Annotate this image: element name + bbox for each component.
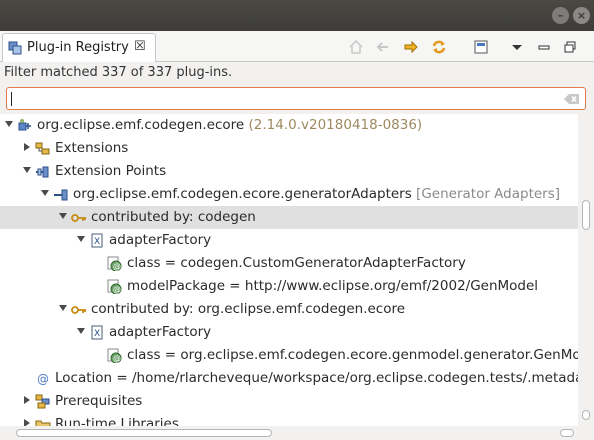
- expanded-toggle-icon[interactable]: [76, 326, 86, 336]
- tree-row[interactable]: XadapterFactory: [0, 321, 578, 344]
- expanded-toggle-icon[interactable]: [40, 188, 50, 198]
- plugin-registry-icon: [8, 41, 22, 55]
- expanded-toggle-icon[interactable]: [4, 119, 14, 129]
- vertical-scroll-end[interactable]: [582, 410, 590, 420]
- plugin-tree[interactable]: org.eclipse.emf.codegen.ecore (2.14.0.v2…: [0, 114, 578, 426]
- xml-element-icon: X: [91, 233, 103, 248]
- filter-status: Filter matched 337 of 337 plug-ins.: [4, 65, 233, 80]
- at-icon: @: [37, 372, 49, 386]
- tree-row[interactable]: org.eclipse.emf.codegen.ecore (2.14.0.v2…: [0, 114, 578, 137]
- tree-row[interactable]: Extension Points: [0, 160, 578, 183]
- tree-row[interactable]: Extensions: [0, 137, 578, 160]
- tree-item-label: Prerequisites: [55, 393, 143, 409]
- tree-item-label: Run-time Libraries: [55, 416, 179, 426]
- tree-row[interactable]: XadapterFactory: [0, 229, 578, 252]
- extensions-icon: [35, 142, 50, 155]
- tree-row[interactable]: Run-time Libraries: [0, 413, 578, 426]
- attribute-icon: @: [107, 256, 122, 271]
- svg-text:@: @: [113, 285, 121, 294]
- collapsed-toggle-icon[interactable]: [22, 142, 32, 152]
- title-bar: – ×: [0, 0, 594, 31]
- tree-row[interactable]: @ modelPackage = http://www.eclipse.org/e…: [0, 275, 578, 298]
- collapsed-toggle-icon[interactable]: [22, 395, 32, 405]
- expanded-toggle-icon[interactable]: [58, 303, 68, 313]
- plugin-registry-window: – × Plug-in Registry ☒ Filter matched 33…: [0, 0, 594, 440]
- tree-item-label: modelPackage = http://www.eclipse.org/em…: [127, 278, 539, 294]
- svg-text:X: X: [94, 237, 100, 247]
- maximize-view-icon[interactable]: [561, 38, 579, 56]
- view-menu-icon[interactable]: [508, 38, 526, 56]
- tree-item-label: class = org.eclipse.emf.codegen.ecore.ge…: [127, 347, 578, 363]
- home-icon[interactable]: [347, 38, 365, 56]
- attribute-icon: @: [107, 348, 122, 363]
- expanded-toggle-icon[interactable]: [22, 165, 32, 175]
- prerequisites-icon: [35, 394, 50, 409]
- extension-points-icon: [36, 166, 49, 178]
- expanded-toggle-icon[interactable]: [58, 211, 68, 221]
- tree-item-label: adapterFactory: [109, 324, 212, 340]
- back-icon[interactable]: [374, 38, 392, 56]
- view-toolbar: Plug-in Registry ☒: [0, 31, 594, 62]
- tab-close-icon[interactable]: ☒: [134, 39, 146, 54]
- tab-plugin-registry[interactable]: Plug-in Registry ☒: [2, 33, 156, 62]
- collapsed-toggle-icon[interactable]: [22, 418, 32, 426]
- tree-row[interactable]: org.eclipse.emf.codegen.ecore.generatorA…: [0, 183, 578, 206]
- extension-point-name: [Generator Adapters]: [411, 186, 561, 202]
- tab-label: Plug-in Registry: [27, 40, 129, 55]
- refresh-icon[interactable]: [430, 38, 448, 56]
- tree-item-label: contributed by: codegen: [91, 209, 256, 225]
- folder-icon: [35, 420, 51, 426]
- tree-item-label: adapterFactory: [109, 232, 212, 248]
- svg-text:@: @: [113, 262, 121, 271]
- horizontal-scroll-thumb[interactable]: [16, 429, 272, 437]
- forward-icon[interactable]: [402, 38, 420, 56]
- plugin-version: (2.14.0.v20180418-0836): [244, 117, 423, 133]
- tree-item-label: Extension Points: [55, 163, 167, 179]
- clear-filter-icon[interactable]: [564, 93, 580, 105]
- tree-row[interactable]: @ Location = /home/rlarcheveque/workspace…: [0, 367, 578, 390]
- contributor-key-icon: [71, 214, 86, 222]
- minimize-window-button[interactable]: –: [552, 7, 569, 24]
- expanded-toggle-icon[interactable]: [76, 234, 86, 244]
- svg-text:@: @: [113, 354, 121, 363]
- minimize-view-icon[interactable]: [535, 38, 553, 56]
- tree-row[interactable]: contributed by: codegen: [0, 206, 578, 229]
- tree-row[interactable]: @ class = codegen.CustomGeneratorAdapterF…: [0, 252, 578, 275]
- svg-text:X: X: [94, 329, 100, 339]
- xml-element-icon: X: [91, 325, 103, 340]
- svg-text:@: @: [37, 372, 49, 386]
- plugin-icon: [18, 119, 31, 131]
- collapse-all-icon[interactable]: [472, 38, 490, 56]
- attribute-icon: @: [107, 279, 122, 294]
- vertical-scroll-thumb[interactable]: [582, 200, 590, 230]
- horizontal-scroll-end[interactable]: [560, 429, 574, 437]
- tree-item-label: class = codegen.CustomGeneratorAdapterFa…: [127, 255, 466, 271]
- tree-row[interactable]: Prerequisites: [0, 390, 578, 413]
- filter-input[interactable]: [6, 87, 586, 110]
- tree-item-label: Location = /home/rlarcheveque/workspace/…: [55, 370, 578, 386]
- vertical-scrollbar[interactable]: [578, 114, 594, 426]
- close-window-button[interactable]: ×: [573, 7, 590, 24]
- text-caret: [11, 92, 12, 106]
- contributor-key-icon: [71, 306, 86, 314]
- tree-row[interactable]: @ class = org.eclipse.emf.codegen.ecore.g…: [0, 344, 578, 367]
- tree-item-label: org.eclipse.emf.codegen.ecore.generatorA…: [73, 186, 561, 202]
- tree-item-label: Extensions: [55, 140, 129, 156]
- tree-item-label: contributed by: org.eclipse.emf.codegen.…: [91, 301, 406, 317]
- extension-point-icon: [54, 189, 68, 201]
- tree-item-label: org.eclipse.emf.codegen.ecore (2.14.0.v2…: [37, 117, 423, 133]
- tree-row[interactable]: contributed by: org.eclipse.emf.codegen.…: [0, 298, 578, 321]
- horizontal-scrollbar[interactable]: [0, 426, 594, 440]
